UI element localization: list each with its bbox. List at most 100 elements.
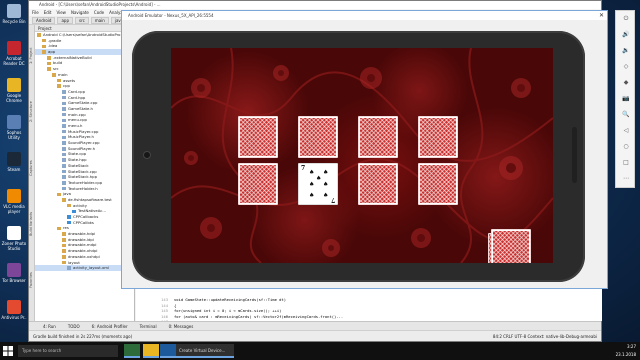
clock-date[interactable]: 23.1.2018 [616,351,636,358]
card-back[interactable] [358,163,398,205]
emulator-control-icon[interactable]: □ [616,155,636,171]
desktop-shortcut[interactable]: Acrobat Reader DC [1,41,27,66]
folder-icon [62,238,66,242]
file-icon [67,266,71,270]
tree-item-label: build [53,60,63,66]
windows-start-icon[interactable] [2,345,14,357]
tree-item-label: de.fishtapsoftware.test [68,196,112,202]
card-rank-top: 7 [301,165,306,172]
tree-item-label: activity [73,202,87,208]
bottom-tool-tab[interactable]: 4: Run [43,324,56,329]
menu-item[interactable]: Code [94,10,104,15]
menu-item[interactable]: Edit [44,10,52,15]
card-face-up[interactable]: 7 7 ♠ ♠ ♠ ♠ ♠ ♠ ♠ [298,163,338,205]
app-icon [7,4,21,18]
file-icon [62,135,66,140]
breadcrumb-item[interactable]: src [75,17,89,24]
tree-item-label: cpp [63,83,70,89]
tree-item-label: src [53,66,59,72]
card-back[interactable] [238,116,278,158]
app-icon [7,263,21,277]
folder-icon [47,56,51,60]
emulator-control-icon[interactable]: ○ [616,139,636,155]
close-icon[interactable]: ✕ [599,11,604,20]
bottom-tool-tab[interactable]: 6: Android Profiler [92,324,128,329]
emulator-control-icon[interactable]: 🔍 [616,107,636,123]
folder-icon [47,67,51,71]
emulator-control-icon[interactable]: ◇ [616,59,636,75]
card-back[interactable] [238,163,278,205]
tree-item-label: main [58,71,68,77]
card-back[interactable] [358,116,398,158]
folder-icon [57,192,61,196]
emulator-control-icon[interactable]: ⏻ [616,11,636,27]
file-icon [62,181,66,185]
project-panel-header[interactable]: Project [35,25,134,32]
bottom-tool-tab[interactable]: Terminal [140,324,157,329]
clock-time[interactable]: 3:27 [616,342,636,351]
android-studio-taskbar-icon[interactable] [124,344,140,358]
build-status-text: Gradle build finished in 2s 227ms (momen… [33,334,133,339]
menu-item[interactable]: View [56,10,66,15]
tree-item-label: TestNativeAc... [78,208,107,214]
file-icon [62,169,66,174]
card-back[interactable] [298,116,338,158]
taskbar-active-window[interactable]: Create Virtual Device... [176,344,234,358]
bottom-tool-tab[interactable]: TODO [68,324,80,329]
folder-icon [42,50,46,54]
tree-item-label: SoundPlayer.h [68,145,96,151]
desktop-shortcut[interactable]: VLC media player [1,189,27,214]
menu-item[interactable]: Navigate [71,10,89,15]
game-screen[interactable]: 7 7 ♠ ♠ ♠ ♠ ♠ ♠ ♠ [171,48,553,263]
breadcrumb-item[interactable]: app [57,17,73,24]
file-icon [62,118,66,123]
system-tray: 3:27 23.1.2018 [616,342,636,360]
file-icon [62,186,66,191]
file-icon [62,158,66,162]
desktop-shortcut-label: Google Chrome [6,93,22,103]
desktop-shortcut[interactable]: Zoner Photo Studio [1,226,27,251]
folder-icon [57,78,61,83]
tree-item-label: layout [68,259,80,265]
card-deck[interactable] [491,229,531,263]
tree-item-label: drawable-xhdpi [68,248,98,254]
desktop-shortcut[interactable]: Sophos Utility [1,115,27,140]
card-back[interactable] [418,163,458,205]
tree-item-label: MusicPlayer.h [68,134,94,140]
emulator-control-icon[interactable]: ◁ [616,123,636,139]
desktop-shortcut[interactable]: Google Chrome [1,78,27,103]
card-back[interactable] [418,116,458,158]
app-icon [7,78,21,92]
desktop-shortcut-label: VLC media player [3,204,25,214]
file-icon [62,147,66,151]
tree-item-label: res [63,225,69,231]
tree-item[interactable]: activity_layout.xml [35,265,134,271]
desktop-shortcut[interactable]: Antivirus Pr.. [1,300,27,320]
bottom-tool-tab[interactable]: 0: Messages [169,324,194,329]
tree-item-label: .gradle [48,37,62,43]
tree-item-label: CPPCallbks [73,219,94,225]
tree-item-label: State.hpp [68,157,87,163]
emulator-control-icon[interactable]: 🔊 [616,27,636,43]
menu-item[interactable]: File [32,10,39,15]
breadcrumb-item[interactable]: main [90,17,109,24]
desktop-shortcut[interactable]: Tor Browser [1,263,27,283]
emulator-control-icon[interactable]: 📷 [616,91,636,107]
desktop-shortcut-label: Antivirus Pr.. [1,315,27,320]
spade-icon: ♠ [316,175,322,182]
desktop-shortcut[interactable]: Steam [1,152,27,172]
app-icon [7,189,21,203]
emulator-control-icon[interactable]: ⋯ [616,171,636,187]
breadcrumb-item[interactable]: Android [32,17,56,24]
tree-item-label: StateStack.hpp [68,174,97,180]
folder-icon [62,249,66,253]
project-panel: Project Android C:\Users\sefan\AndroidSt… [35,25,135,321]
emulator-control-icon[interactable]: ◆ [616,75,636,91]
tree-item-label: drawable-mdpi [68,242,97,248]
desktop-shortcut[interactable]: Recycle Bin [1,4,27,24]
emulator-control-icon[interactable]: 🔉 [616,43,636,59]
chrome-taskbar-icon[interactable] [143,344,159,358]
file-explorer-taskbar-icon[interactable] [160,344,176,358]
taskbar-search-input[interactable]: Type here to search [18,345,118,357]
tree-item-label: TextureHolder.cpp [68,179,103,185]
